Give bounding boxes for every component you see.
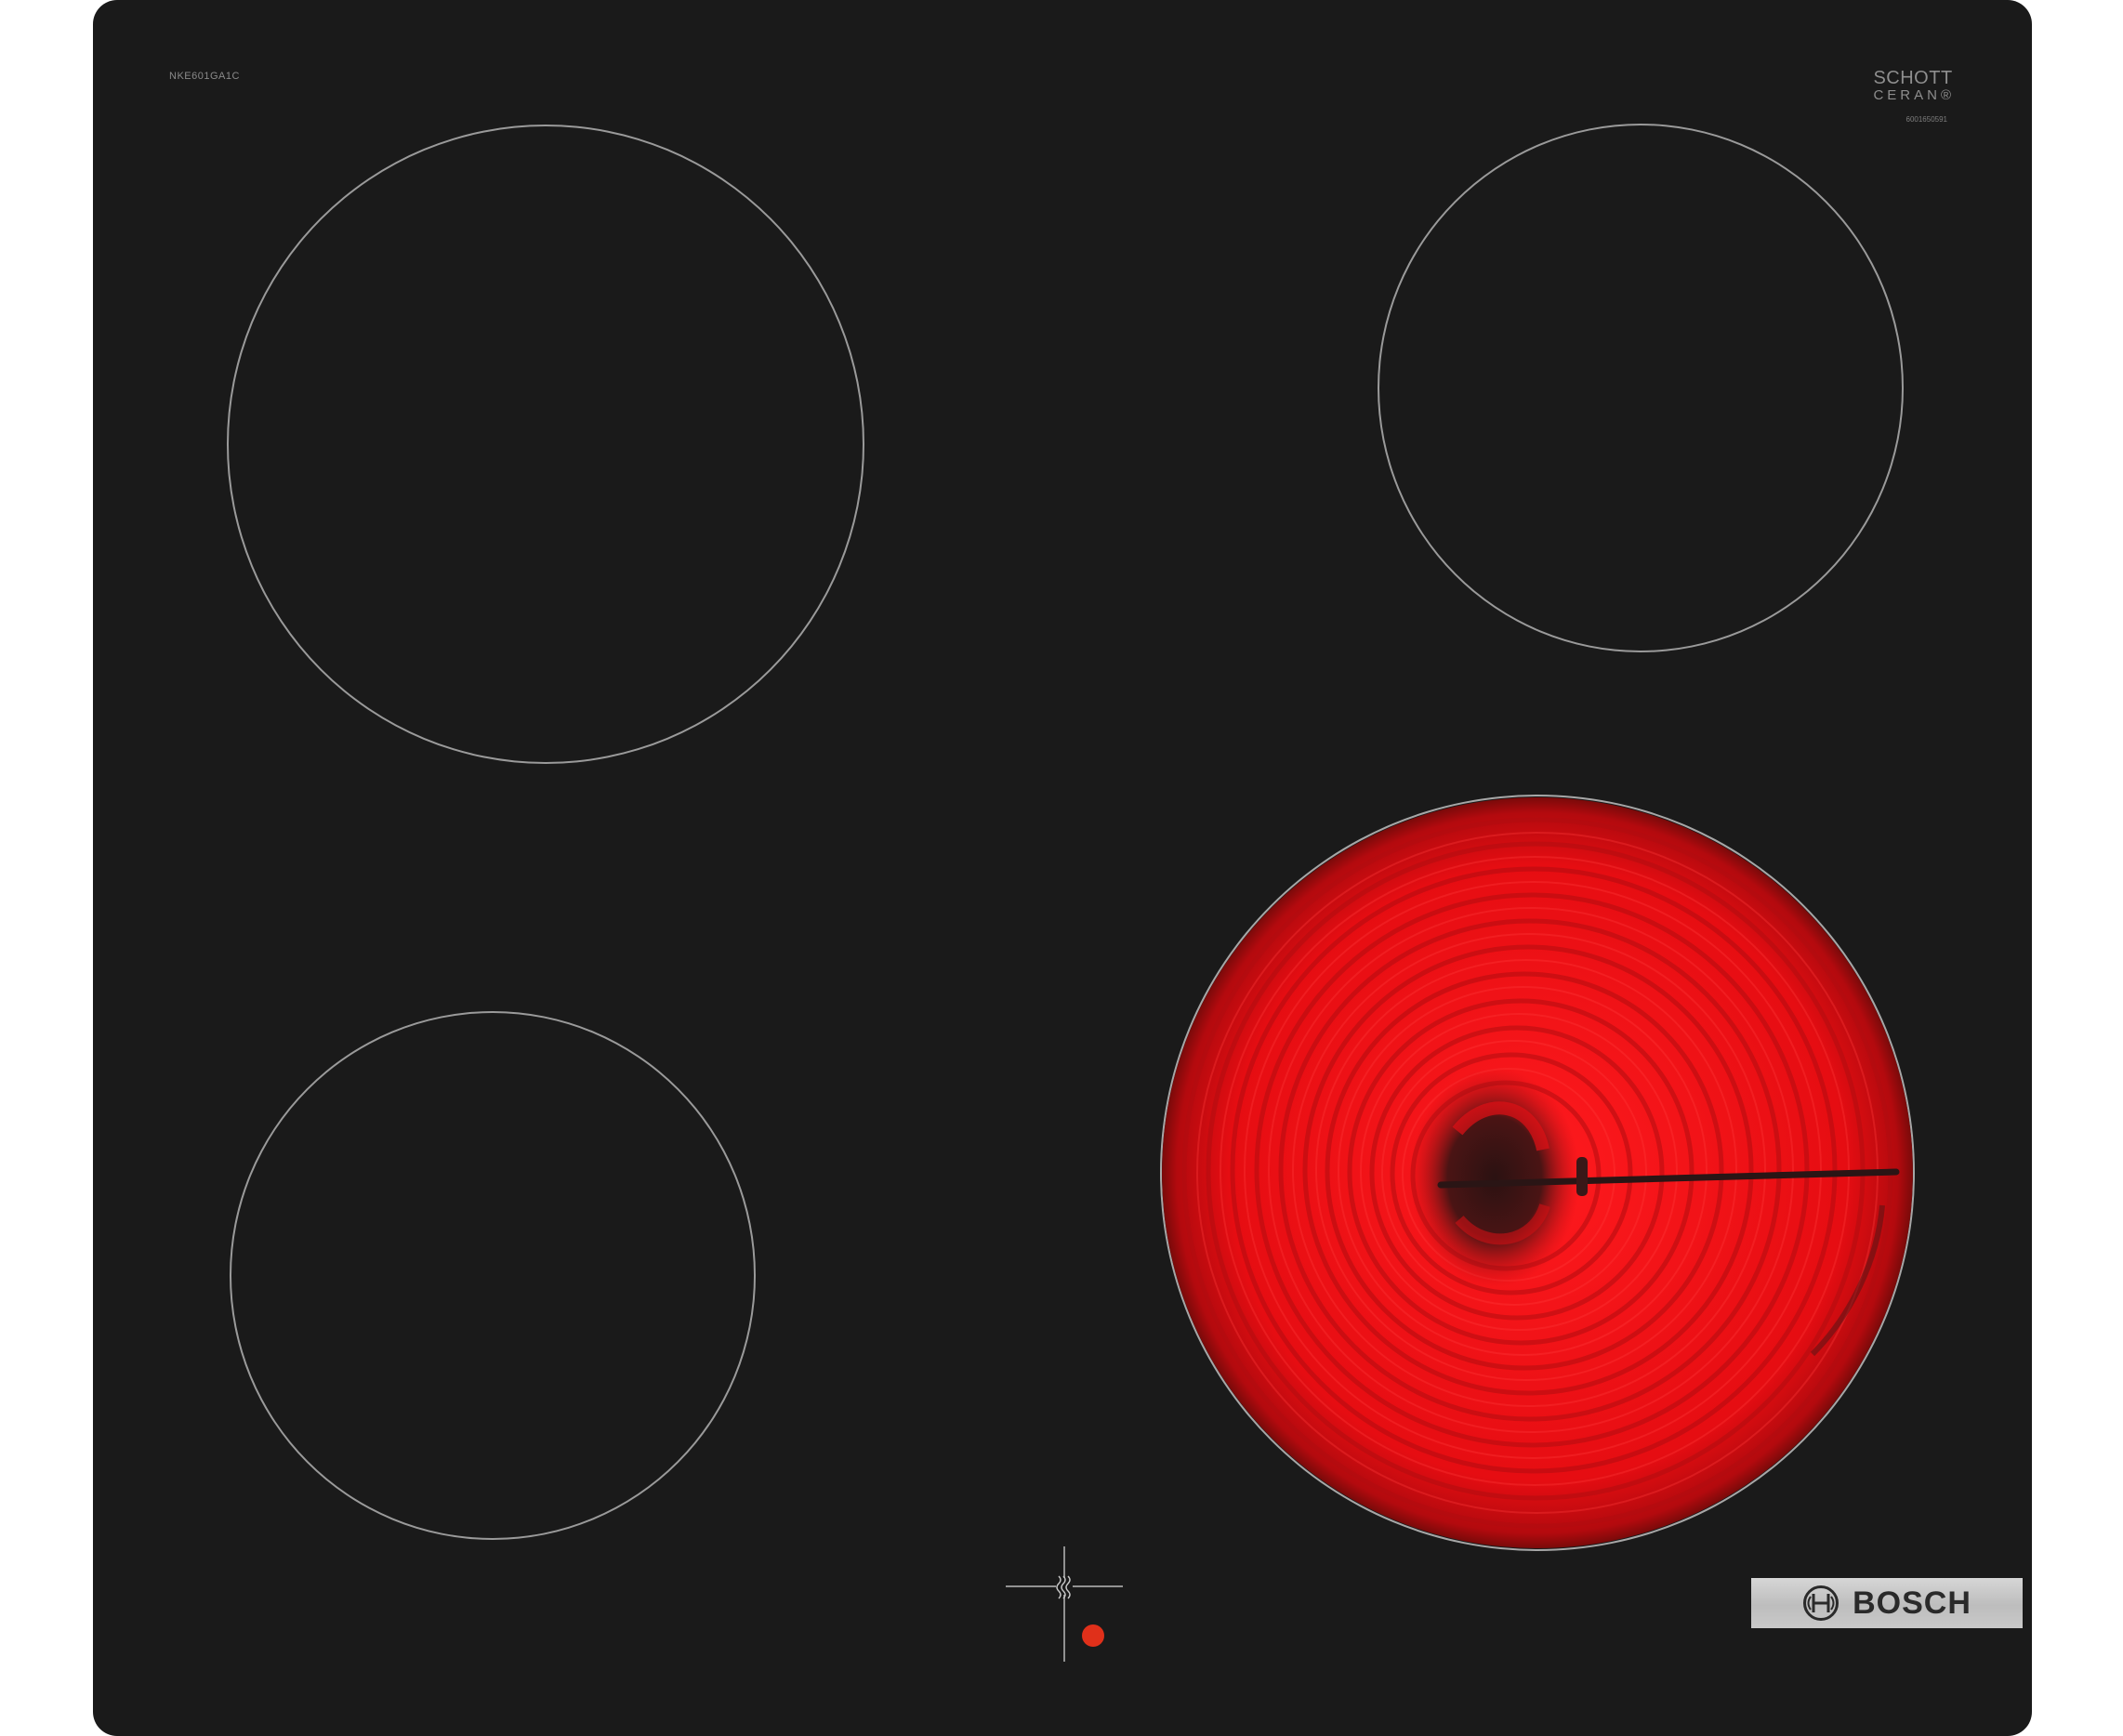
cooking-zone-top-right [1378, 124, 1904, 652]
brand-badge: BOSCH [1751, 1578, 2023, 1628]
cooking-zone-bottom-left [230, 1011, 756, 1540]
glass-brand-line2: CERAN® [1873, 87, 1955, 103]
glass-serial-number: 6001650591 [1905, 115, 1948, 124]
schott-ceran-logo: SCHOTT CERAN® [1873, 69, 1955, 102]
zone-control-indicator [1006, 1546, 1123, 1662]
cooktop-glass: NKE601GA1C SCHOTT CERAN® 6001650591 BOSC… [93, 0, 2032, 1736]
heating-element-coil [1162, 797, 1913, 1548]
residual-heat-indicator-light [1082, 1624, 1104, 1647]
cooking-zone-top-left [227, 125, 864, 764]
heat-zone-indicator-icon [1006, 1546, 1123, 1662]
model-code-label: NKE601GA1C [169, 71, 240, 82]
cooking-zone-bottom-right-glowing [1160, 795, 1915, 1551]
bosch-emblem-icon [1802, 1585, 1839, 1622]
brand-wordmark: BOSCH [1853, 1585, 1971, 1621]
glass-brand-line1: SCHOTT [1873, 68, 1953, 88]
